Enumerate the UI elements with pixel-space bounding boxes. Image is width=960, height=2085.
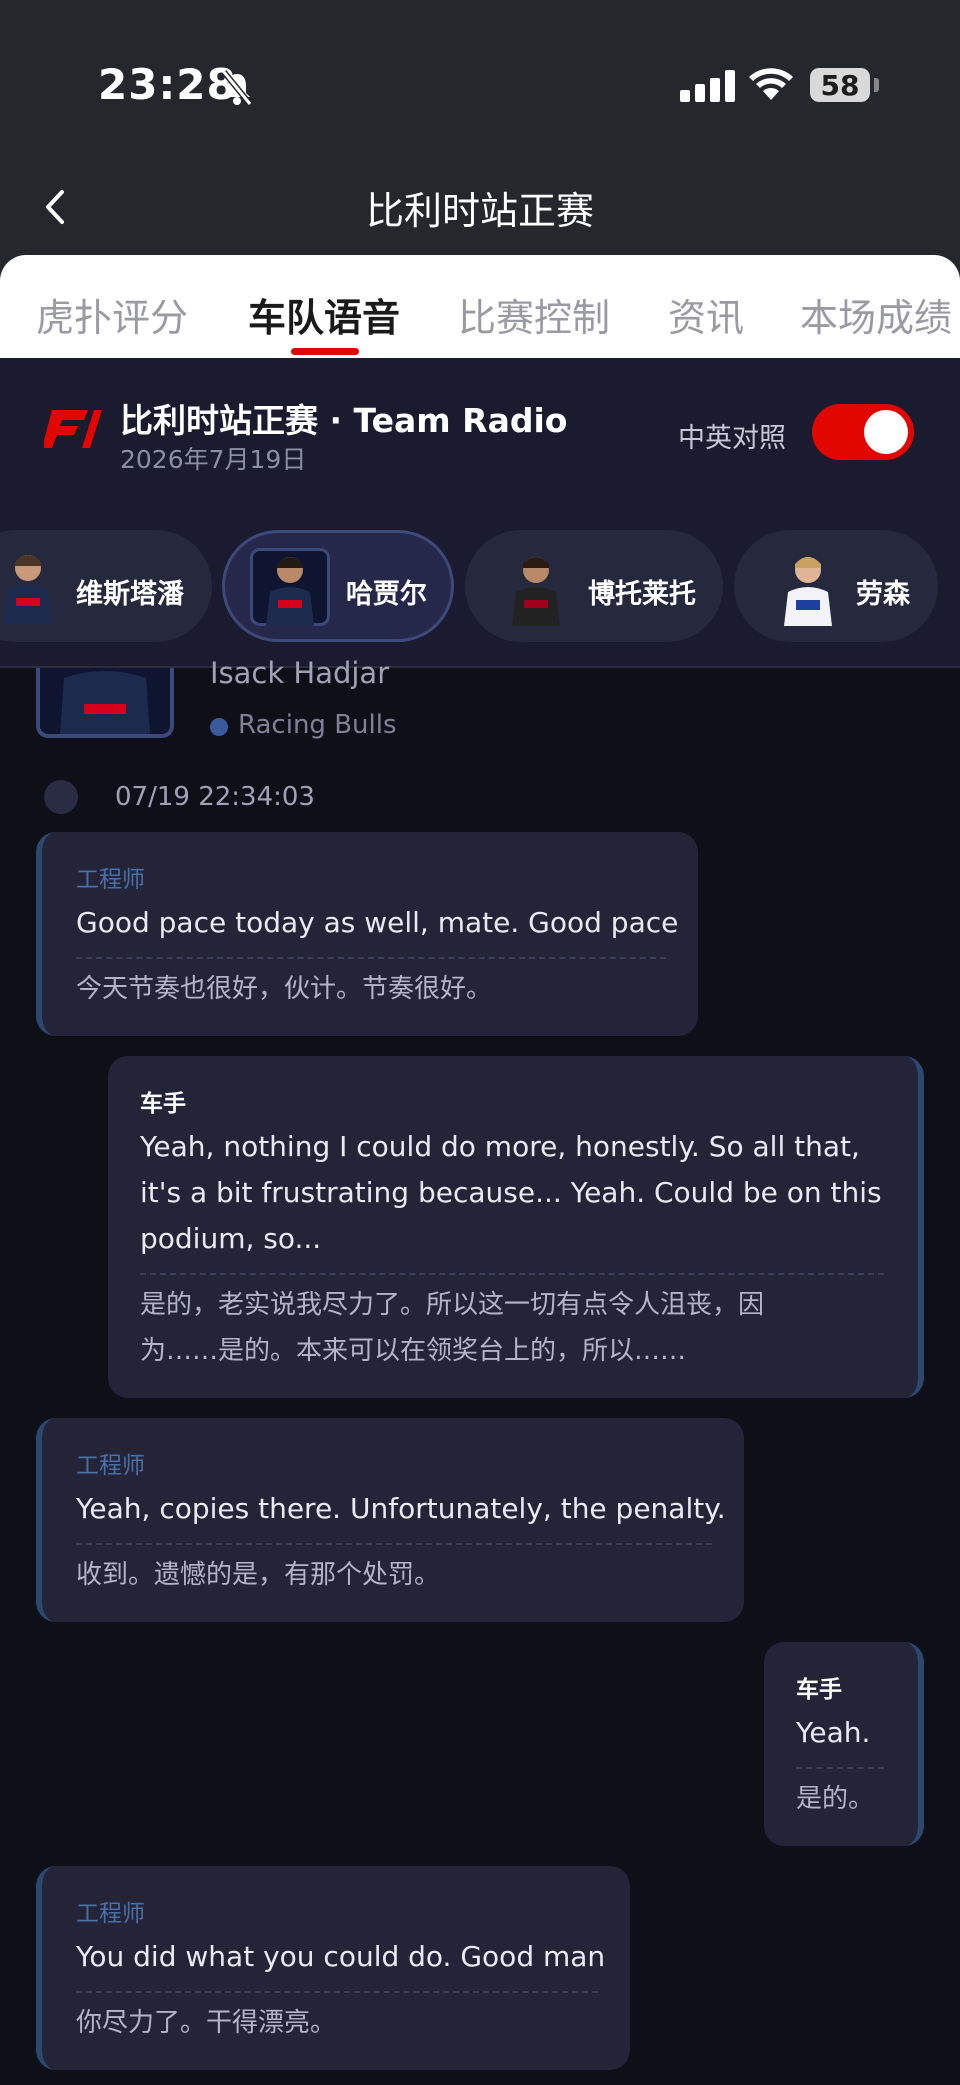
- radio-title: 比利时站正赛 · Team Radio: [120, 401, 568, 440]
- tab-bar: 虎扑评分 车队语音 比赛控制 资讯 本场成绩: [0, 255, 960, 358]
- driver-profile-team: Racing Bulls: [238, 710, 397, 740]
- timeline-dot: [44, 780, 78, 814]
- translation-divider: [140, 1273, 884, 1275]
- message-english: You did what you could do. Good man: [76, 1940, 606, 1973]
- battery-tip: [874, 78, 879, 92]
- tab-news[interactable]: 资讯: [668, 287, 744, 342]
- message-english: Yeah.: [796, 1716, 871, 1749]
- message-chinese-line: 为……是的。本来可以在领奖台上的，所以……: [140, 1336, 687, 1366]
- driver-avatar: [266, 557, 314, 626]
- tab-ratings[interactable]: 虎扑评分: [36, 287, 188, 342]
- tab-team-radio[interactable]: 车队语音: [248, 287, 400, 342]
- message-english: Yeah, copies there. Unfortunately, the p…: [76, 1492, 726, 1525]
- driver-profile-name: Isack Hadjar: [210, 656, 390, 690]
- speaker-label: 工程师: [76, 867, 145, 893]
- driver-chip-label: 哈贾尔: [346, 579, 427, 610]
- active-tab-indicator: [291, 348, 359, 355]
- speaker-label: 工程师: [76, 1453, 145, 1479]
- tab-results[interactable]: 本场成绩: [800, 287, 952, 342]
- team-color-dot: [210, 718, 228, 736]
- cellular-signal-icon: [680, 70, 735, 102]
- translation-divider: [76, 1991, 598, 1993]
- radio-date: 2026年7月19日: [120, 445, 307, 474]
- message-chinese: 收到。遗憾的是，有那个处罚。: [76, 1560, 441, 1590]
- message-english: Good pace today as well, mate. Good pace: [76, 906, 679, 939]
- driver-profile-photo: [36, 668, 174, 738]
- f1-logo: [44, 410, 102, 448]
- speaker-label: 车手: [796, 1677, 842, 1703]
- speaker-label: 工程师: [76, 1901, 145, 1927]
- battery-indicator: 58: [810, 68, 870, 102]
- message-english-line: it's a bit frustrating because... Yeah. …: [140, 1176, 882, 1209]
- driver-avatar: [784, 557, 832, 626]
- translation-divider: [796, 1767, 884, 1769]
- driver-avatar: [4, 555, 52, 624]
- mute-bell-icon: [221, 70, 253, 106]
- message-chinese: 今天节奏也很好，伙计。节奏很好。: [76, 974, 493, 1004]
- translation-divider: [76, 1543, 712, 1545]
- page-title: 比利时站正赛: [365, 189, 594, 233]
- compare-toggle-knob: [864, 410, 908, 454]
- tab-race-control[interactable]: 比赛控制: [458, 287, 610, 342]
- driver-chip-label: 维斯塔潘: [76, 579, 184, 610]
- message-chinese: 你尽力了。干得漂亮。: [76, 2008, 337, 2038]
- speaker-label: 车手: [140, 1091, 186, 1117]
- driver-chip-label: 博托莱托: [588, 579, 696, 610]
- driver-avatar: [512, 557, 560, 626]
- compare-toggle-label: 中英对照: [678, 423, 786, 454]
- message-english-line: Yeah, nothing I could do more, honestly.…: [140, 1130, 860, 1163]
- clock: 23:28: [98, 60, 237, 109]
- message-english-line: podium, so...: [140, 1222, 322, 1255]
- translation-divider: [76, 957, 666, 959]
- message-chinese-line: 是的，老实说我尽力了。所以这一切有点令人沮丧，因: [140, 1290, 765, 1320]
- driver-chip-label: 劳森: [856, 579, 910, 610]
- wifi-icon: [749, 68, 793, 100]
- message-timestamp: 07/19 22:34:03: [115, 782, 315, 812]
- message-chinese: 是的。: [796, 1784, 875, 1814]
